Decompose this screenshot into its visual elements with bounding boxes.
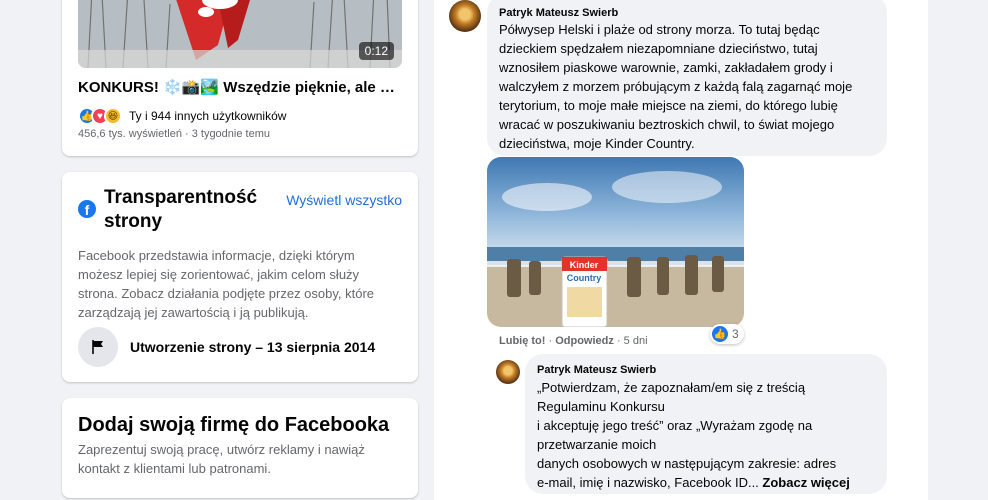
video-thumbnail[interactable]: 0:12 bbox=[78, 0, 402, 68]
reply-text-line: danych osobowych w następującym zakresie… bbox=[537, 456, 837, 471]
snowy-forest-image bbox=[78, 0, 402, 68]
video-duration: 0:12 bbox=[358, 42, 394, 60]
comment-bubble: Patryk Mateusz Swierb Półwysep Helski i … bbox=[487, 0, 887, 156]
beach-photo-image: Kinder Country bbox=[487, 157, 744, 327]
business-description: Zaprezentuj swoją pracę, utwórz reklamy … bbox=[78, 442, 365, 476]
like-reaction-icon: 👍 bbox=[712, 326, 728, 342]
reply-text-line: „Potwierdzam, że zapoznałam/em się z tre… bbox=[537, 380, 806, 395]
flag-icon bbox=[78, 327, 118, 367]
photo-product-text: Country bbox=[567, 273, 602, 283]
reply-text-last-line: e-mail, imię i nazwisko, Facebook ID... … bbox=[537, 473, 881, 492]
comment-like-count[interactable]: 👍 3 bbox=[710, 324, 744, 344]
like-count-value: 3 bbox=[732, 327, 739, 341]
facebook-logo-icon: f bbox=[78, 200, 96, 218]
reply-text-line: przetwarzanie moich bbox=[537, 437, 657, 452]
like-action[interactable]: Lubię to! bbox=[499, 335, 545, 347]
photo-brand-text: Kinder bbox=[570, 260, 599, 270]
comment-text: Półwysep Helski i plaże od strony morza.… bbox=[499, 20, 883, 153]
comment-photo[interactable]: Kinder Country bbox=[487, 157, 744, 327]
reply-text-line: Regulaminu Konkursu bbox=[537, 399, 665, 414]
reactions-summary[interactable]: 👍 ♥ 😆 Ty i 944 innych użytkowników bbox=[78, 106, 286, 126]
reply-action[interactable]: Odpowiedz bbox=[555, 335, 614, 347]
commenter-avatar[interactable] bbox=[449, 0, 481, 32]
comment-text-line: wznosiłem piaskowe warownie, zamki, zakł… bbox=[499, 60, 833, 75]
reply-text-line: i akceptuję jego treść” oraz „Wyrażam zg… bbox=[537, 418, 813, 433]
comment-text-line: dzieciństwa, moje Kinder Country. bbox=[499, 136, 695, 151]
add-business-card: Dodaj swoją firmę do Facebooka Zaprezent… bbox=[62, 398, 418, 498]
reply-truncated-text: e-mail, imię i nazwisko, Facebook ID... bbox=[537, 475, 759, 490]
reactions-count-text: Ty i 944 innych użytkowników bbox=[129, 109, 287, 123]
video-meta: 456,6 tys. wyświetleń · 3 tygodnie temu bbox=[78, 128, 270, 140]
see-all-link[interactable]: Wyświetl wszystko bbox=[286, 192, 402, 208]
comment-text-line: walczyłem z morzem próbującym z każdą fa… bbox=[499, 79, 853, 94]
comment-text-line: wracać w poszukiwaniu beztroskich chwil,… bbox=[499, 117, 835, 132]
reply-text: „Potwierdzam, że zapoznałam/em się z tre… bbox=[537, 378, 881, 492]
comment-actions: Lubię to! · Odpowiedz · 5 dni bbox=[499, 335, 648, 347]
page-transparency-card: f Transparentność strony Wyświetl wszyst… bbox=[62, 172, 418, 382]
reply-avatar[interactable] bbox=[496, 360, 520, 384]
page-created-date: Utworzenie strony – 13 sierpnia 2014 bbox=[130, 339, 376, 355]
video-post-card: 0:12 KONKURS! ❄️📸🏞️ Wszędzie pięknie, al… bbox=[62, 0, 418, 156]
transparency-description: Facebook przedstawia informacje, dzięki … bbox=[78, 248, 375, 320]
comment-text-line: dzieckiem spędzałem niezapomniane dzieci… bbox=[499, 41, 818, 56]
reply-bubble: Patryk Mateusz Swierb „Potwierdzam, że z… bbox=[525, 354, 887, 494]
comment-age[interactable]: 5 dni bbox=[624, 335, 648, 347]
reply-author[interactable]: Patryk Mateusz Swierb bbox=[537, 364, 656, 376]
transparency-title: Transparentność strony bbox=[104, 187, 258, 232]
haha-reaction-icon: 😆 bbox=[104, 107, 122, 125]
video-title[interactable]: KONKURS! ❄️📸🏞️ Wszędzie pięknie, ale bli… bbox=[78, 78, 402, 96]
business-title[interactable]: Dodaj swoją firmę do Facebooka bbox=[78, 414, 389, 437]
comment-text-line: terytorium, to moje małe miejsce na ziem… bbox=[499, 98, 838, 113]
see-more-link[interactable]: Zobacz więcej bbox=[762, 475, 849, 490]
comment-text-line: Półwysep Helski i plaże od strony morza.… bbox=[499, 22, 820, 37]
comment-author[interactable]: Patryk Mateusz Swierb bbox=[499, 7, 618, 19]
